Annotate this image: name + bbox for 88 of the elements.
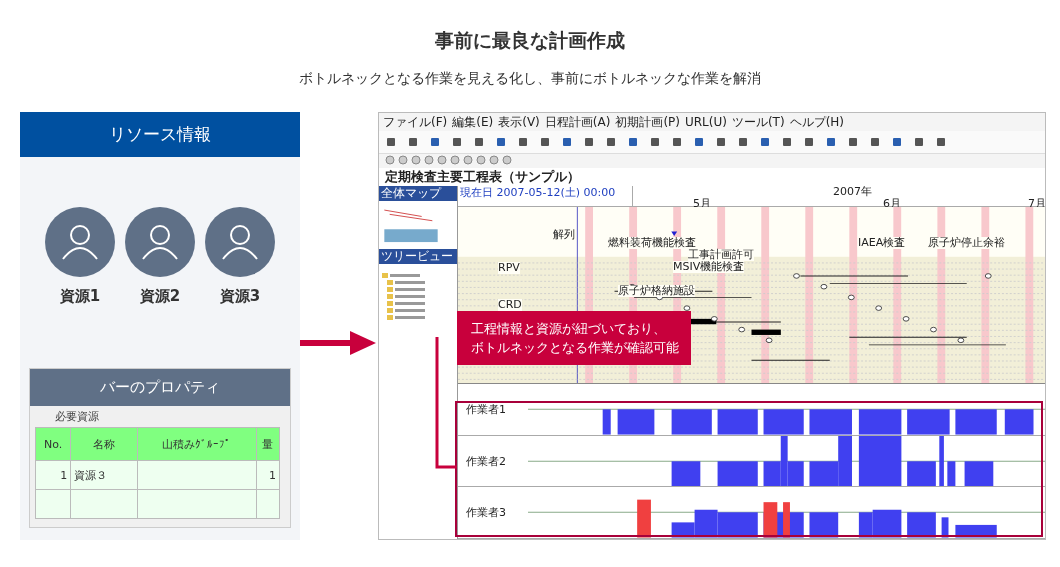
menu-item[interactable]: 表示(V) <box>498 114 540 130</box>
load-bar <box>947 461 956 487</box>
load-bar <box>907 461 936 487</box>
load-bar <box>964 461 994 487</box>
tool-button[interactable] <box>539 136 551 148</box>
callout-text: 工程情報と資源が紐づいており、 <box>471 320 667 338</box>
row-label: RPV <box>498 262 520 275</box>
tool-button[interactable] <box>583 136 595 148</box>
tool-button[interactable] <box>649 136 661 148</box>
tool-button[interactable] <box>847 136 859 148</box>
tool-button[interactable] <box>473 136 485 148</box>
tool-button[interactable] <box>737 136 749 148</box>
worker-label: 作業者2 <box>465 453 507 470</box>
column-header: No. <box>35 427 71 461</box>
table-cell <box>70 489 137 519</box>
load-bar <box>717 409 758 435</box>
tool-button[interactable] <box>627 136 639 148</box>
pane-header: ツリービュー <box>379 249 457 264</box>
task-label: 工事計画許可 <box>688 249 754 262</box>
column-header: 量 <box>256 427 280 461</box>
tool-button[interactable] <box>693 136 705 148</box>
menu-item[interactable]: ファイル(F) <box>383 114 448 130</box>
row-label: CRD <box>498 299 522 312</box>
task-label: 原子炉格納施設 <box>618 285 695 298</box>
worker-label: 作業者1 <box>465 402 507 419</box>
load-bar <box>717 461 758 487</box>
load-bar <box>809 512 839 538</box>
tool-button[interactable] <box>825 136 837 148</box>
tool-button[interactable] <box>671 136 683 148</box>
tool-button[interactable] <box>803 136 815 148</box>
load-bar <box>907 512 936 538</box>
load-bar <box>617 409 655 435</box>
table-cell <box>35 489 71 519</box>
load-bar <box>671 409 712 435</box>
panel-title: リソース情報 <box>20 112 300 157</box>
panel-title: バーのプロパティ <box>30 369 290 406</box>
load-bar <box>941 517 949 538</box>
tool-button[interactable] <box>407 136 419 148</box>
menu-item[interactable]: 日程計画(A) <box>544 114 611 130</box>
column-header: 山積みｸﾞﾙｰﾌﾟ <box>137 427 257 461</box>
task-label: 解列 <box>553 229 575 242</box>
section-label: 必要資源 <box>54 409 100 425</box>
page-heading: 事前に最良な計画作成 <box>434 28 626 53</box>
worker-label: 作業者3 <box>465 505 507 522</box>
task-label: MSIV機能検査 <box>673 261 745 274</box>
load-bar <box>671 461 701 487</box>
tool-button[interactable] <box>495 136 507 148</box>
tool-button[interactable] <box>605 136 617 148</box>
load-bar <box>637 500 651 538</box>
callout-text: ボトルネックとなる作業が確認可能 <box>471 339 680 357</box>
task-label: IAEA検査 <box>858 237 906 250</box>
tool-button[interactable] <box>869 136 881 148</box>
tool-button[interactable] <box>561 136 573 148</box>
table-cell: 資源３ <box>70 460 137 490</box>
chart-title: 定期検査主要工程表（サンプル） <box>379 168 1045 186</box>
tool-button[interactable] <box>759 136 771 148</box>
current-date: 現在日 2007-05-12(土) 00:00 <box>459 186 617 201</box>
person-icon <box>125 207 195 277</box>
menu-item[interactable]: ヘルプ(H) <box>789 114 845 130</box>
menu-item[interactable]: URL(U) <box>685 114 727 130</box>
tool-button[interactable] <box>385 136 397 148</box>
tool-button[interactable] <box>429 136 441 148</box>
task-label: 原子炉停止余裕 <box>928 237 1005 250</box>
tool-button[interactable] <box>781 136 793 148</box>
tool-button[interactable] <box>913 136 925 148</box>
menu-item[interactable]: 初期計画(P) <box>615 114 680 130</box>
tool-button[interactable] <box>715 136 727 148</box>
tool-button[interactable] <box>935 136 947 148</box>
menu-item[interactable]: 編集(E) <box>452 114 494 130</box>
tool-button[interactable] <box>517 136 529 148</box>
resource-label: 資源2 <box>139 287 181 306</box>
table-cell: 1 <box>35 460 71 490</box>
year-label: 2007年 <box>833 186 872 198</box>
page-subheading: ボトルネックとなる作業を見える化し、事前にボトルネックな作業を解消 <box>298 70 762 88</box>
load-bar <box>602 409 611 435</box>
menu-item[interactable]: ツール(T) <box>731 114 785 130</box>
arrow-icon <box>300 328 376 358</box>
load-bar <box>955 409 997 435</box>
pane-header: 全体マップ <box>379 186 457 201</box>
task-label: 燃料装荷機能検査 <box>608 237 696 250</box>
tool-button[interactable] <box>891 136 903 148</box>
load-bar <box>1004 409 1034 435</box>
tool-button[interactable] <box>451 136 463 148</box>
resource-label: 資源3 <box>219 287 261 306</box>
column-header: 名称 <box>70 427 137 461</box>
person-icon <box>45 207 115 277</box>
person-icon <box>205 207 275 277</box>
resource-label: 資源1 <box>59 287 101 306</box>
